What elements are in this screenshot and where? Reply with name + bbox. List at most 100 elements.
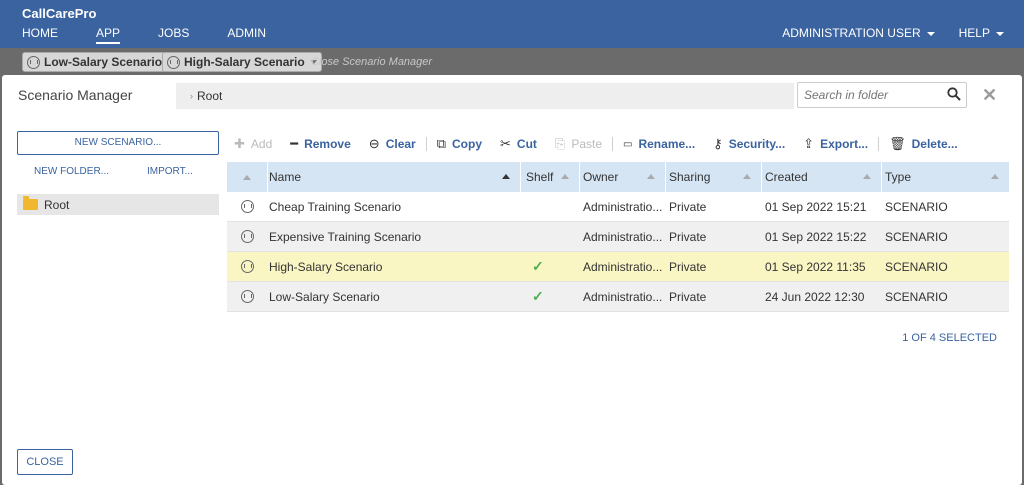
header-divider [761,162,762,192]
breadcrumb: › Root [176,83,794,109]
col-created[interactable]: Created [761,170,881,184]
row-created: 24 Jun 2022 12:30 [765,289,865,304]
user-menu[interactable]: ADMINISTRATION USER [782,26,934,40]
breadcrumb-chevron-icon: › [190,91,193,101]
add-label: Add [250,137,273,151]
sort-icon-column[interactable] [227,174,267,180]
rename-icon: ▭ [623,138,633,150]
import-button[interactable]: IMPORT... [147,166,193,177]
remove-button[interactable]: ━ Remove [290,136,351,152]
new-folder-button[interactable]: NEW FOLDER... [34,166,109,177]
col-owner[interactable]: Owner [579,170,665,184]
close-scenario-manager-link[interactable]: Close Scenario Manager [311,56,432,68]
paste-button[interactable]: ⎘ Paste [555,136,602,152]
col-created-label: Created [765,170,808,184]
tree-item-label: Root [44,197,70,212]
row-name: Cheap Training Scenario [269,199,402,214]
scenario-tab-bar: Low-Salary Scenario High-Salary Scenario… [0,48,1024,75]
search-input[interactable] [797,82,967,108]
trash-icon: 🗑 [889,136,906,151]
row-type: SCENARIO [885,199,948,214]
sort-up-icon [647,174,655,179]
header-divider [881,162,882,192]
row-created: 01 Sep 2022 15:22 [765,229,867,244]
sort-up-icon [991,174,999,179]
row-name: Expensive Training Scenario [269,229,422,244]
clear-button[interactable]: ⊖ Clear [369,136,416,152]
paste-icon: ⎘ [554,136,566,151]
header-divider [579,162,580,192]
col-shelf[interactable]: Shelf [520,170,579,184]
header-divider [267,162,268,192]
toolbar-divider [612,137,614,151]
col-name-label: Name [269,170,302,184]
table-row-selected[interactable]: High-Salary Scenario ✓ Administratio... … [227,252,1009,282]
nav-app[interactable]: APP [96,26,121,44]
header-divider [520,162,521,192]
close-button[interactable]: CLOSE [17,449,73,475]
sort-up-icon [743,174,751,179]
scissors-icon: ✂ [500,136,511,151]
row-type: SCENARIO [885,289,948,304]
tree-item-root[interactable]: Root [17,194,219,215]
clear-label: Clear [385,137,416,151]
top-nav-bar: CallCarePro HOME APP JOBS ADMIN ADMINIST… [0,0,1024,48]
table-row[interactable]: Expensive Training Scenario Administrati… [227,222,1009,252]
nav-home[interactable]: HOME [22,26,58,44]
close-icon[interactable]: ✕ [982,85,997,106]
col-shelf-label: Shelf [526,170,554,184]
sort-up-icon [561,174,569,179]
rename-button[interactable]: ▭ Rename... [623,137,695,151]
row-icon-cell [227,230,267,243]
table-row[interactable]: Cheap Training Scenario Administratio...… [227,192,1009,222]
nav-admin[interactable]: ADMIN [227,26,266,44]
search-icon[interactable] [947,87,961,101]
row-created: 01 Sep 2022 11:35 [765,259,866,274]
col-sharing-label: Sharing [669,170,711,184]
row-type: SCENARIO [885,229,948,244]
header-divider [665,162,666,192]
row-owner: Administratio... [583,289,663,304]
sort-up-icon [863,174,871,179]
cut-button[interactable]: ✂ Cut [500,136,537,152]
copy-label: Copy [452,137,483,151]
row-owner: Administratio... [583,259,663,274]
key-icon: ⚷ [713,136,723,151]
toolbar-divider [425,137,427,151]
row-owner: Administratio... [583,199,663,214]
copy-button[interactable]: ⧉ Copy [437,136,482,152]
row-name: High-Salary Scenario [269,259,383,274]
row-shelf[interactable]: ✓ [520,258,579,275]
scenario-table: Name Shelf Owner Sharing Created Type Ch… [227,162,1009,312]
export-button[interactable]: ⇪ Export... [803,136,868,152]
row-sharing: Private [669,289,707,304]
add-button[interactable]: ✚ Add [234,136,272,152]
minus-icon: ━ [290,136,299,151]
toolbar: ✚ Add ━ Remove ⊖ Clear ⧉ Copy ✂ Cut ⎘ Paste ▭ R… [234,136,976,152]
table-row[interactable]: Low-Salary Scenario ✓ Administratio... P… [227,282,1009,312]
folder-icon [23,196,38,210]
check-icon: ✓ [532,258,544,274]
scenario-chip-high-salary[interactable]: High-Salary Scenario [162,52,322,72]
security-button[interactable]: ⚷ Security... [713,136,785,152]
selection-count: 1 OF 4 SELECTED [902,332,997,344]
help-menu[interactable]: HELP [959,26,1004,40]
check-icon: ✓ [532,288,544,304]
col-sharing[interactable]: Sharing [665,170,761,184]
new-scenario-button[interactable]: NEW SCENARIO... [17,131,219,155]
breadcrumb-root[interactable]: Root [197,89,222,103]
scenario-icon [240,200,254,213]
table-header: Name Shelf Owner Sharing Created Type [227,162,1009,192]
row-sharing: Private [669,229,707,244]
row-type: SCENARIO [885,259,948,274]
scenario-chip-label: Low-Salary Scenario [44,55,163,69]
nav-jobs[interactable]: JOBS [158,26,189,44]
row-shelf[interactable]: ✓ [520,288,579,305]
main-nav: HOME APP JOBS ADMIN [22,26,304,44]
col-type[interactable]: Type [881,170,1009,184]
paste-label: Paste [571,137,603,151]
col-name[interactable]: Name [267,170,520,184]
delete-label: Delete... [911,137,958,151]
scenario-chip-low-salary[interactable]: Low-Salary Scenario [22,52,180,72]
delete-button[interactable]: 🗑 Delete... [889,136,958,152]
